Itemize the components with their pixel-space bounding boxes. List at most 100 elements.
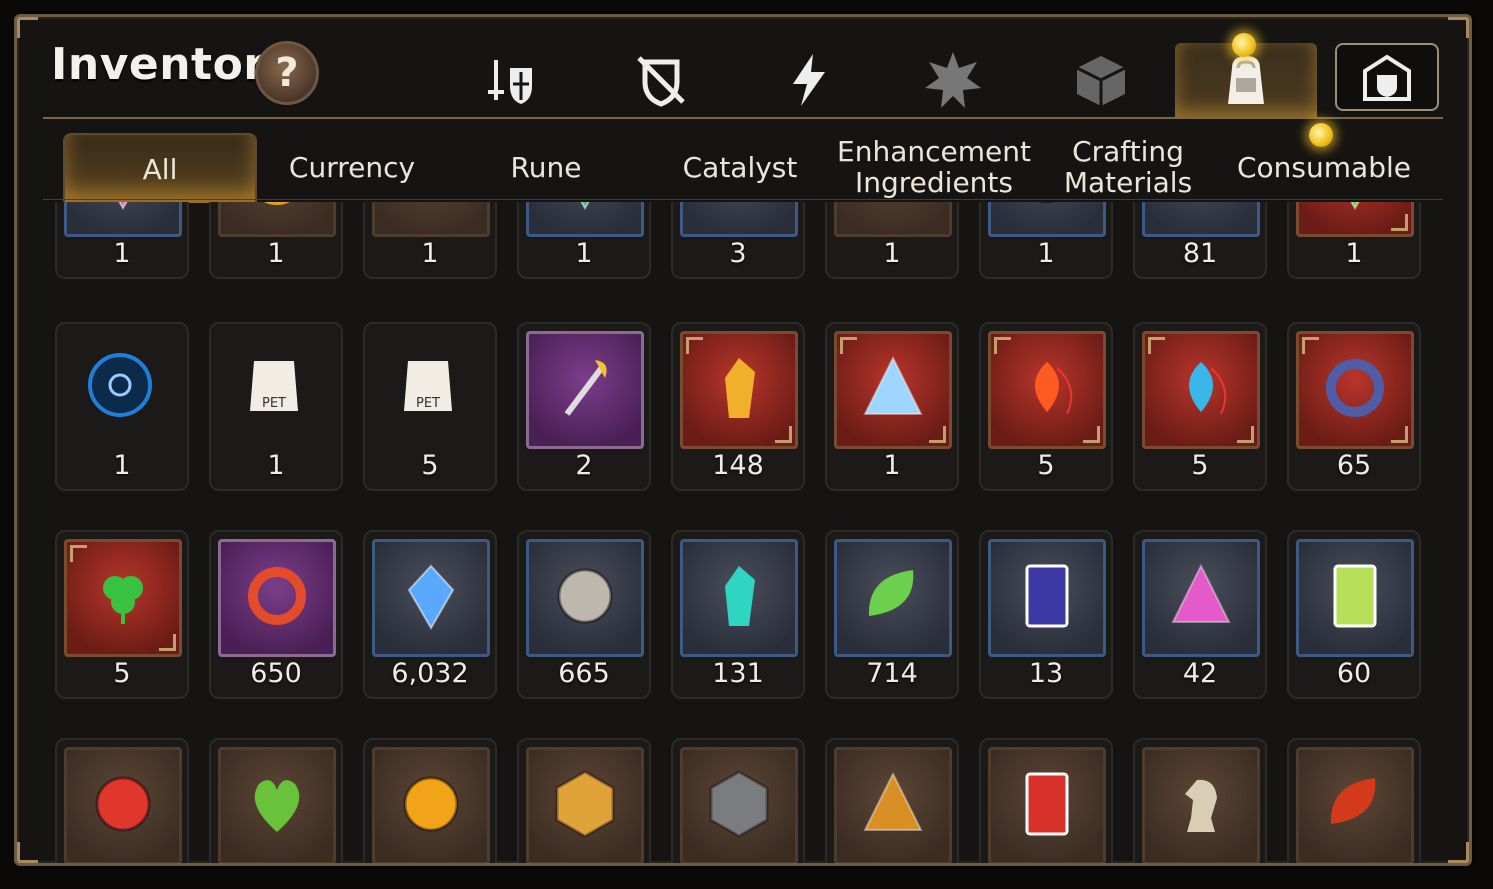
item-count: 1 [113, 238, 131, 269]
inventory-slot[interactable]: 1 [1287, 202, 1421, 279]
silver-coin-icon [545, 556, 625, 640]
frame-corner [1391, 426, 1408, 443]
inventory-slot[interactable]: 665 [517, 530, 651, 699]
inventory-slot[interactable]: 1 [55, 322, 189, 491]
item-count: 5 [1191, 450, 1209, 481]
inventory-slot[interactable]: 65 [1287, 322, 1421, 491]
inventory-slot[interactable] [1287, 738, 1421, 863]
blue-card-icon [1007, 556, 1087, 640]
inventory-slot[interactable]: 1 [55, 202, 189, 279]
item-icon-frame: PET [218, 331, 330, 443]
item-icon-frame [526, 747, 644, 863]
green-heart-icon [237, 764, 317, 848]
item-icon-frame [680, 747, 798, 863]
tab-all[interactable]: All [63, 133, 257, 203]
fist-emblem-icon [853, 764, 933, 848]
item-icon-frame [218, 202, 336, 237]
inventory-slot[interactable]: 1 [517, 202, 651, 279]
inventory-slot[interactable] [1133, 738, 1267, 863]
item-icon-frame [988, 539, 1106, 657]
item-count: 42 [1182, 658, 1218, 689]
item-count: 81 [1182, 238, 1218, 269]
inventory-slot[interactable]: 42 [1133, 530, 1267, 699]
inventory-slot[interactable] [671, 738, 805, 863]
item-icon-frame [526, 331, 644, 449]
item-count: 714 [866, 658, 918, 689]
frame-corner [994, 337, 1011, 354]
inventory-slot[interactable] [517, 738, 651, 863]
item-icon-frame [372, 539, 490, 657]
green-gem-icon [545, 202, 625, 220]
inventory-slot[interactable]: 5 [55, 530, 189, 699]
inventory-slot[interactable]: 5 [979, 322, 1113, 491]
inventory-slot[interactable]: 1 [363, 202, 497, 279]
item-icon-frame [988, 331, 1106, 449]
inventory-slot[interactable]: 1 [979, 202, 1113, 279]
inventory-slot[interactable] [825, 738, 959, 863]
inventory-slot[interactable]: 148 [671, 322, 805, 491]
inventory-slot[interactable] [363, 738, 497, 863]
item-count: 1 [883, 450, 901, 481]
inventory-slot[interactable] [979, 738, 1113, 863]
water-pendant-icon [1161, 348, 1241, 432]
help-button[interactable]: ? [255, 41, 319, 105]
inventory-slot[interactable] [55, 738, 189, 863]
inventory-slot[interactable]: 3 [671, 202, 805, 279]
item-icon-frame [1142, 202, 1260, 237]
lightning-icon[interactable] [769, 45, 849, 115]
inventory-slot[interactable] [209, 738, 343, 863]
inventory-slot[interactable]: PET 5 [363, 322, 497, 491]
item-icon-frame [372, 202, 490, 237]
item-count: 2 [575, 450, 593, 481]
dark-ore-icon [391, 202, 471, 220]
gold-hexagon-icon [545, 764, 625, 848]
inventory-slot[interactable]: 2 [517, 322, 651, 491]
inventory-slot[interactable]: 131 [671, 530, 805, 699]
inventory-slot[interactable]: 1 [209, 202, 343, 279]
no-equipment-icon[interactable] [621, 45, 701, 115]
pink-crystal-pile-icon [1161, 556, 1241, 640]
item-icon-frame [680, 331, 798, 449]
item-icon-frame [1296, 202, 1414, 237]
item-count: 1 [1037, 238, 1055, 269]
inventory-slot[interactable]: 6,032 [363, 530, 497, 699]
black-stones-icon [853, 202, 933, 220]
fire-pendant-icon [1007, 348, 1087, 432]
tab-currency[interactable]: Currency [257, 133, 447, 201]
notification-dot [1232, 33, 1256, 57]
inventory-slot[interactable]: 1 [825, 202, 959, 279]
inventory-slot[interactable]: 5 [1133, 322, 1267, 491]
pet-food-bag-icon: PET [234, 345, 314, 429]
frame-corner [775, 426, 792, 443]
cube-icon[interactable] [1061, 45, 1141, 115]
inventory-slot[interactable]: 81 [1133, 202, 1267, 279]
inventory-slot[interactable]: PET 1 [209, 322, 343, 491]
inventory-slot[interactable]: 13 [979, 530, 1113, 699]
inventory-slot[interactable]: 714 [825, 530, 959, 699]
green-emblem-icon [1315, 202, 1395, 220]
feather-wand-icon [545, 348, 625, 432]
item-count: 1 [421, 238, 439, 269]
item-icon-frame [218, 747, 336, 863]
artifact-icon[interactable] [913, 45, 993, 115]
tab-rune[interactable]: Rune [451, 133, 641, 201]
blue-rune-circle-icon [80, 345, 160, 429]
inventory-slot[interactable]: 650 [209, 530, 343, 699]
tab-enhancement-ingredients[interactable]: Enhancement Ingredients [837, 133, 1031, 201]
item-count: 5 [421, 450, 439, 481]
inventory-slot[interactable]: 1 [825, 322, 959, 491]
storage-icon[interactable] [1335, 43, 1439, 111]
item-count: 148 [712, 450, 764, 481]
item-icon-frame [218, 539, 336, 657]
item-icon-frame [988, 202, 1106, 237]
tab-crafting-materials[interactable]: Crafting Materials [1033, 133, 1223, 201]
red-leaves-icon [1315, 764, 1395, 848]
frame-corner [1237, 426, 1254, 443]
tab-catalyst[interactable]: Catalyst [645, 133, 835, 201]
item-icon-frame [1142, 539, 1260, 657]
frame-corner [1302, 337, 1319, 354]
equipment-icon[interactable] [472, 45, 552, 115]
item-icon-frame [526, 539, 644, 657]
inventory-slot[interactable]: 60 [1287, 530, 1421, 699]
item-icon-frame [680, 202, 798, 237]
